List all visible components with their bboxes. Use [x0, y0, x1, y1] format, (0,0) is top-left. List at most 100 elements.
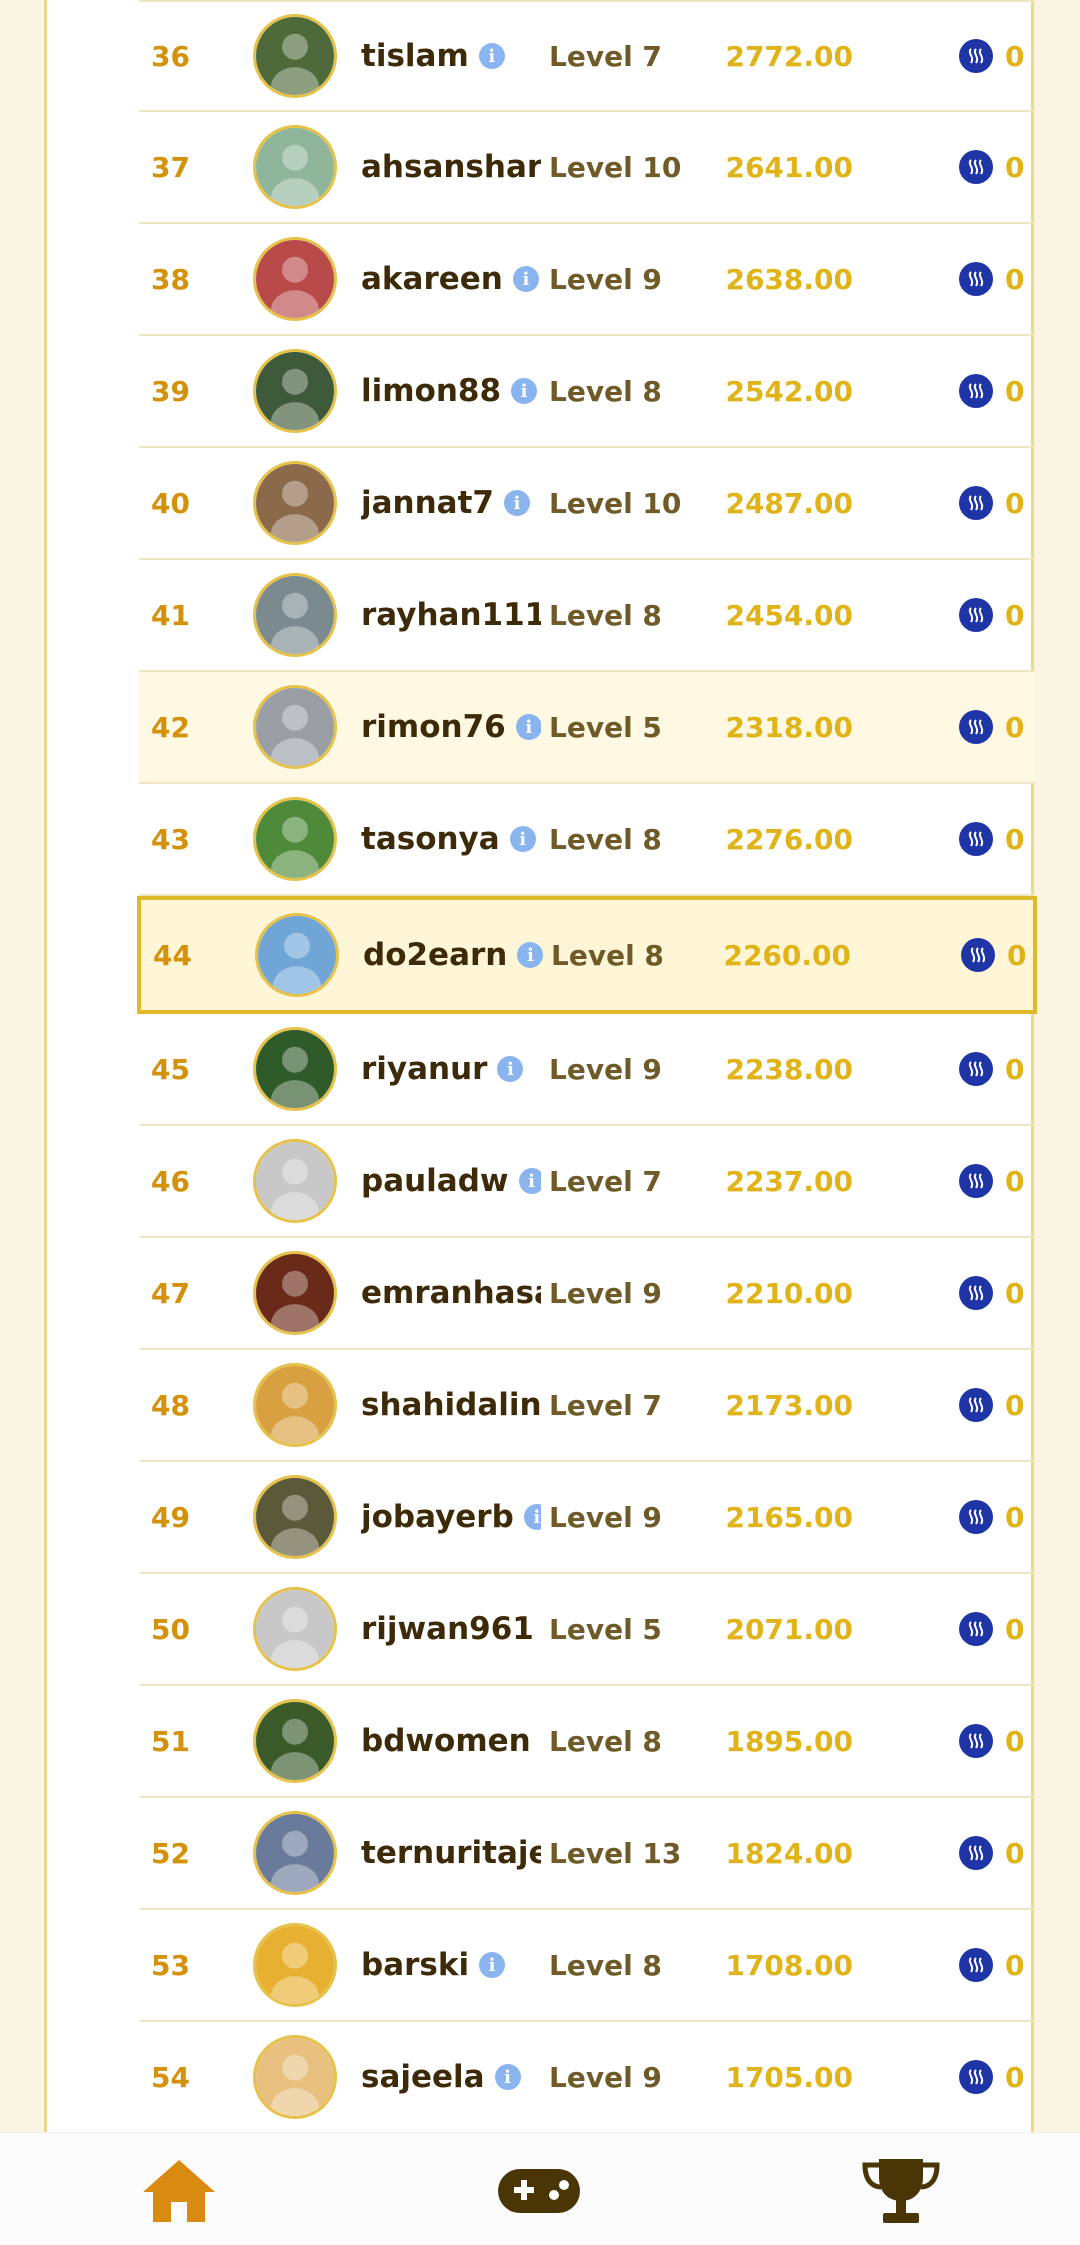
leaderboard-row[interactable]: 46pauladwiLevel 72237.000	[139, 1126, 1035, 1238]
username-cell[interactable]: emranhasai	[361, 1275, 541, 1311]
info-icon[interactable]: i	[511, 378, 537, 404]
info-icon[interactable]: i	[513, 266, 539, 292]
username[interactable]: rimon76	[361, 709, 506, 745]
username-cell[interactable]: rayhan111i	[361, 597, 541, 633]
leaderboard-row[interactable]: 41rayhan111iLevel 82454.000	[139, 560, 1035, 672]
username[interactable]: riyanur	[361, 1051, 487, 1087]
username-cell[interactable]: ternuritajesi	[361, 1835, 541, 1871]
avatar[interactable]	[253, 1923, 337, 2007]
username[interactable]: shahidalina	[361, 1387, 541, 1423]
username[interactable]: limon88	[361, 373, 501, 409]
info-icon[interactable]: i	[495, 2064, 521, 2090]
info-icon[interactable]: i	[519, 1168, 541, 1194]
leaderboard-row[interactable]: 36tislamiLevel 72772.000	[139, 0, 1035, 112]
avatar[interactable]	[253, 14, 337, 98]
username[interactable]: barski	[361, 1947, 469, 1983]
leaderboard-row[interactable]: 49jobayerbiLevel 92165.000	[139, 1462, 1035, 1574]
info-icon[interactable]: i	[516, 714, 541, 740]
username-cell[interactable]: pauladw i	[361, 1163, 541, 1199]
avatar[interactable]	[253, 125, 337, 209]
leaderboard-row[interactable]: 40jannat7iLevel 102487.000	[139, 448, 1035, 560]
username[interactable]: bdwomen	[361, 1723, 531, 1759]
username-cell[interactable]: barskii	[361, 1947, 541, 1983]
username[interactable]: emranhasa	[361, 1275, 541, 1311]
username-cell[interactable]: jobayerb i	[361, 1499, 541, 1535]
info-icon[interactable]: i	[497, 1056, 523, 1082]
reward-value: 0	[1005, 1837, 1024, 1870]
username-cell[interactable]: do2earn i	[363, 937, 543, 973]
info-icon[interactable]: i	[504, 490, 530, 516]
username[interactable]: akareen	[361, 261, 503, 297]
username-cell[interactable]: shahidalinai	[361, 1387, 541, 1423]
username[interactable]: rayhan111	[361, 597, 541, 633]
leaderboard-row[interactable]: 42rimon76iLevel 52318.000	[139, 672, 1035, 784]
username-cell[interactable]: akareen i	[361, 261, 541, 297]
username-cell[interactable]: ahsansharii	[361, 149, 541, 185]
username-cell[interactable]: rijwan961i	[361, 1611, 541, 1647]
leaderboard-row[interactable]: 45riyanuriLevel 92238.000	[139, 1014, 1035, 1126]
username[interactable]: ternuritajes	[361, 1835, 541, 1871]
username[interactable]: tasonya	[361, 821, 500, 857]
info-icon[interactable]: i	[479, 1952, 505, 1978]
avatar[interactable]	[255, 913, 339, 997]
username[interactable]: pauladw	[361, 1163, 509, 1199]
username[interactable]: do2earn	[363, 937, 507, 973]
steem-coin-icon	[959, 150, 993, 184]
score-value: 2173.00	[725, 1389, 853, 1422]
leaderboard-row[interactable]: 54sajeelaiLevel 91705.000	[139, 2022, 1035, 2134]
username-cell[interactable]: limon88 i	[361, 373, 541, 409]
username-cell[interactable]: jannat7 i	[361, 485, 541, 521]
leaderboard-row[interactable]: 44do2earniLevel 82260.000	[137, 896, 1037, 1014]
avatar[interactable]	[253, 349, 337, 433]
leaderboard-row[interactable]: 38akareeniLevel 92638.000	[139, 224, 1035, 336]
leaderboard-row[interactable]: 48shahidalinaiLevel 72173.000	[139, 1350, 1035, 1462]
leaderboard-row[interactable]: 51bdwomeniLevel 81895.000	[139, 1686, 1035, 1798]
avatar[interactable]	[253, 461, 337, 545]
avatar-image	[256, 237, 334, 321]
leaderboard-row[interactable]: 43tasonyaiLevel 82276.000	[139, 784, 1035, 896]
leaderboard-row[interactable]: 47emranhasaiLevel 92210.000	[139, 1238, 1035, 1350]
username-cell[interactable]: tislami	[361, 38, 541, 74]
username-cell[interactable]: rimon76 i	[361, 709, 541, 745]
leaderboard-row[interactable]: 52ternuritajesiLevel 131824.000	[139, 1798, 1035, 1910]
steem-coin-icon	[959, 486, 993, 520]
avatar[interactable]	[253, 1139, 337, 1223]
avatar[interactable]	[253, 1475, 337, 1559]
rank-number: 46	[151, 1165, 211, 1198]
avatar[interactable]	[253, 1251, 337, 1335]
username-cell[interactable]: riyanur i	[361, 1051, 541, 1087]
leaderboard-row[interactable]: 37ahsanshariiLevel 102641.000	[139, 112, 1035, 224]
username[interactable]: jobayerb	[361, 1499, 514, 1535]
user-level: Level 9	[549, 1053, 662, 1086]
username-cell[interactable]: sajeela i	[361, 2059, 541, 2095]
info-icon[interactable]: i	[524, 1504, 541, 1530]
avatar[interactable]	[253, 1587, 337, 1671]
leaderboard-row[interactable]: 39limon88iLevel 82542.000	[139, 336, 1035, 448]
avatar[interactable]	[253, 1027, 337, 1111]
username[interactable]: ahsanshari	[361, 149, 541, 185]
username[interactable]: tislam	[361, 38, 469, 74]
info-icon[interactable]: i	[510, 826, 536, 852]
username[interactable]: sajeela	[361, 2059, 485, 2095]
avatar[interactable]	[253, 685, 337, 769]
score-value: 2638.00	[725, 263, 853, 296]
leaderboard-row[interactable]: 53barskiiLevel 81708.000	[139, 1910, 1035, 2022]
avatar[interactable]	[253, 573, 337, 657]
avatar[interactable]	[253, 1811, 337, 1895]
username-cell[interactable]: bdwomeni	[361, 1723, 541, 1759]
nav-games-button[interactable]	[494, 2153, 584, 2229]
avatar[interactable]	[253, 797, 337, 881]
avatar[interactable]	[253, 1699, 337, 1783]
username[interactable]: rijwan961	[361, 1611, 534, 1647]
username-cell[interactable]: tasonya i	[361, 821, 541, 857]
avatar[interactable]	[253, 237, 337, 321]
leaderboard-row[interactable]: 50rijwan961iLevel 52071.000	[139, 1574, 1035, 1686]
info-icon[interactable]: i	[479, 43, 505, 69]
user-level: Level 7	[549, 1389, 662, 1422]
nav-home-button[interactable]	[134, 2153, 224, 2229]
avatar[interactable]	[253, 1363, 337, 1447]
nav-leaderboard-button[interactable]	[856, 2153, 946, 2229]
username[interactable]: jannat7	[361, 485, 494, 521]
avatar[interactable]	[253, 2035, 337, 2119]
info-icon[interactable]: i	[517, 942, 543, 968]
